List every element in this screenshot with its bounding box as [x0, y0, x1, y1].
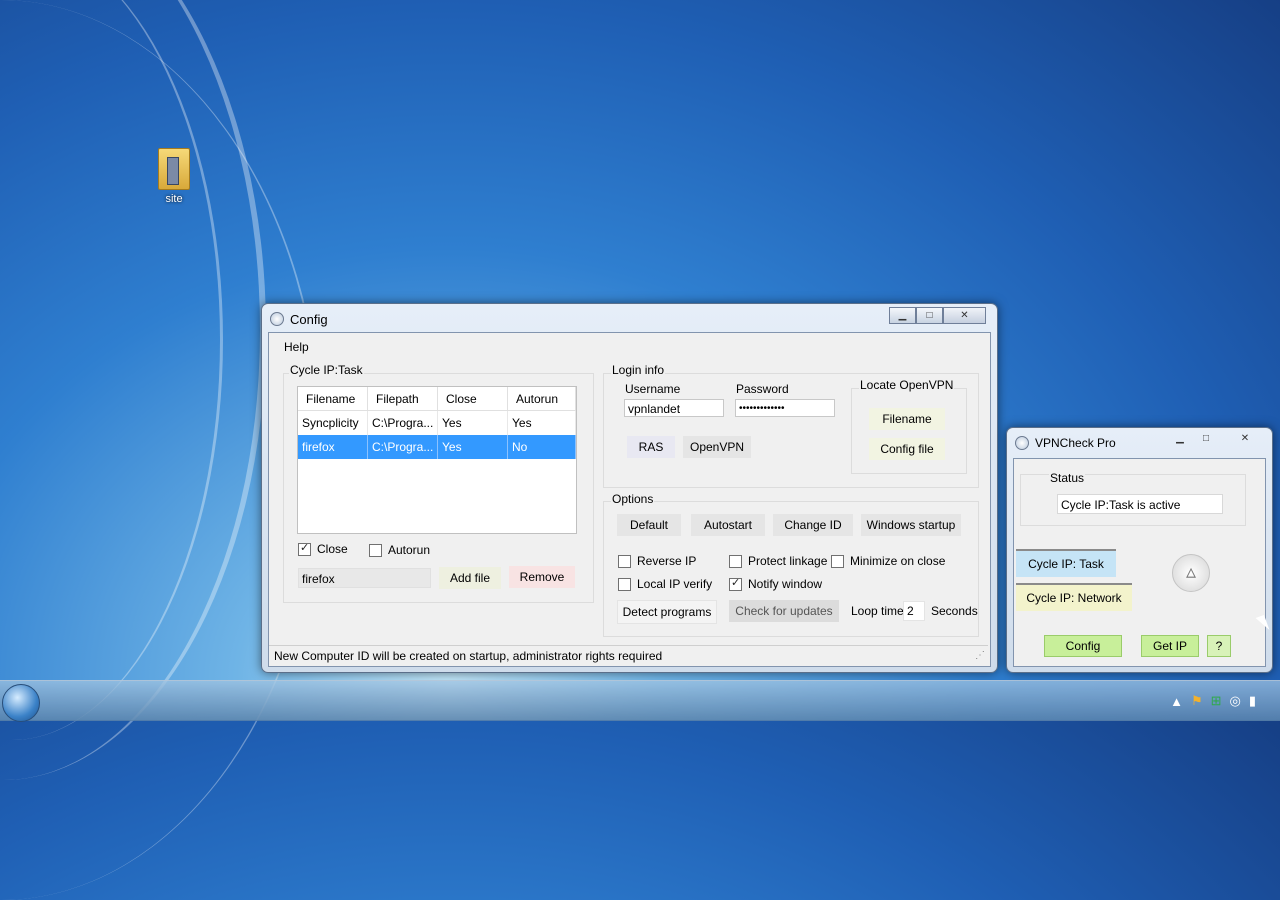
seconds-label: Seconds — [931, 604, 978, 618]
local-ip-verify-checkbox[interactable]: Local IP verify — [618, 577, 712, 591]
config-client: Help Cycle IP:Task Filename Filepath Clo… — [268, 332, 991, 667]
flag-icon[interactable]: ⚑ — [1191, 693, 1203, 709]
col-autorun[interactable]: Autorun — [507, 387, 576, 411]
checkbox-box — [729, 576, 742, 591]
protect-linkage-label: Protect linkage — [748, 554, 828, 568]
table-row-selected[interactable]: firefox C:\Progra... Yes No — [298, 435, 576, 459]
loop-time-input[interactable]: 2 — [903, 601, 925, 621]
reverse-ip-checkbox[interactable]: Reverse IP — [618, 554, 696, 568]
password-label: Password — [736, 382, 789, 396]
filename-button[interactable]: Filename — [869, 408, 945, 430]
resize-grip-icon[interactable]: ⋰ — [975, 650, 985, 661]
cycle-task-group-label: Cycle IP:Task — [289, 363, 364, 377]
menu-help[interactable]: Help — [284, 340, 309, 354]
network-icon[interactable]: ⊞ — [1211, 693, 1222, 709]
status-field: Cycle IP:Task is active — [1057, 494, 1223, 514]
get-ip-button[interactable]: Get IP — [1141, 635, 1199, 657]
checkbox-box — [618, 554, 631, 568]
password-field[interactable]: ••••••••••••• — [735, 399, 835, 417]
cell: C:\Progra... — [367, 410, 438, 435]
close-button[interactable]: ✕ — [943, 307, 986, 324]
config-file-button[interactable]: Config file — [869, 438, 945, 460]
username-field[interactable]: vpnlandet — [624, 399, 724, 417]
ras-button[interactable]: RAS — [627, 436, 675, 458]
checkbox-box — [618, 577, 631, 591]
signal-icon[interactable]: ▮ — [1249, 693, 1256, 709]
remove-button[interactable]: Remove — [509, 566, 575, 588]
autorun-checkbox-label: Autorun — [388, 543, 431, 557]
default-button[interactable]: Default — [617, 514, 681, 536]
close-button[interactable]: ✕ — [1225, 431, 1265, 448]
checkbox-box — [298, 541, 311, 556]
cell: Yes — [437, 435, 508, 459]
desktop-icon-label: site — [165, 193, 183, 205]
vpncheck-client: Status Cycle IP:Task is active Cycle IP:… — [1013, 458, 1266, 667]
cell: firefox — [298, 435, 368, 459]
loop-time-label: Loop time — [851, 604, 904, 618]
autostart-button[interactable]: Autostart — [691, 514, 765, 536]
cell: C:\Progra... — [367, 435, 438, 459]
window-icon — [1015, 436, 1029, 450]
vpncheck-title: VPNCheck Pro — [1035, 436, 1116, 450]
system-tray: ▲ ⚑ ⊞ ◎ ▮ — [1170, 693, 1256, 709]
status-group-label: Status — [1049, 471, 1086, 485]
add-file-button[interactable]: Add file — [439, 567, 501, 589]
close-checkbox[interactable]: Close — [298, 541, 348, 556]
close-checkbox-label: Close — [317, 542, 348, 556]
cell: Syncplicity — [298, 410, 368, 435]
listview-header: Filename Filepath Close Autorun — [298, 387, 576, 411]
minimize-button[interactable]: ▁ — [1167, 431, 1193, 448]
minimize-on-close-label: Minimize on close — [850, 554, 946, 568]
window-icon — [270, 312, 284, 326]
openvpn-button[interactable]: OpenVPN — [683, 436, 751, 458]
col-close[interactable]: Close — [437, 387, 508, 411]
change-id-button[interactable]: Change ID — [773, 514, 853, 536]
maximize-button[interactable]: □ — [1193, 431, 1219, 448]
cell: No — [507, 435, 576, 459]
checkbox-box — [831, 554, 844, 568]
windows-startup-button[interactable]: Windows startup — [861, 514, 961, 536]
globe-icon[interactable]: ◎ — [1230, 693, 1241, 709]
login-group-label: Login info — [611, 363, 666, 377]
maximize-button[interactable]: □ — [916, 307, 943, 324]
autorun-checkbox[interactable]: Autorun — [369, 543, 430, 557]
status-bar: New Computer ID will be created on start… — [269, 645, 988, 666]
notify-window-label: Notify window — [748, 577, 823, 591]
help-button[interactable]: ? — [1207, 635, 1231, 657]
locate-openvpn-label: Locate OpenVPN — [859, 378, 955, 392]
notify-window-checkbox[interactable]: Notify window — [729, 576, 823, 591]
cycle-task-tab[interactable]: Cycle IP: Task — [1016, 549, 1116, 577]
col-filename[interactable]: Filename — [298, 387, 368, 411]
triangle-logo-icon: ▵ — [1172, 554, 1210, 592]
minimize-button[interactable]: ▁ — [889, 307, 916, 324]
task-listview[interactable]: Filename Filepath Close Autorun Syncplic… — [297, 386, 577, 534]
username-label: Username — [625, 382, 681, 396]
file-input[interactable]: firefox — [298, 568, 431, 588]
cell: Yes — [437, 410, 508, 435]
vpncheck-window: VPNCheck Pro ▁ □ ✕ Status Cycle IP:Task … — [1006, 427, 1273, 673]
taskbar: ▲ ⚑ ⊞ ◎ ▮ — [0, 680, 1280, 722]
vpn-config-button[interactable]: Config — [1044, 635, 1122, 657]
reverse-ip-label: Reverse IP — [637, 554, 697, 568]
cell: Yes — [507, 410, 576, 435]
config-title: Config — [290, 312, 328, 327]
protect-linkage-checkbox[interactable]: Protect linkage — [729, 554, 827, 568]
check-updates-button[interactable]: Check for updates — [729, 600, 839, 622]
minimize-on-close-checkbox[interactable]: Minimize on close — [831, 554, 945, 568]
table-row[interactable]: Syncplicity C:\Progra... Yes Yes — [298, 410, 576, 435]
locate-openvpn-group — [851, 388, 967, 474]
status-bar-text: New Computer ID will be created on start… — [274, 649, 663, 663]
arrow-icon[interactable]: ▲ — [1170, 694, 1183, 709]
detect-programs-button[interactable]: Detect programs — [617, 600, 717, 624]
start-orb-icon[interactable] — [2, 684, 40, 722]
checkbox-box — [729, 554, 742, 568]
folder-icon — [158, 148, 190, 190]
local-ip-verify-label: Local IP verify — [637, 577, 713, 591]
checkbox-box — [369, 543, 382, 557]
config-window: Config ▁ □ ✕ Help Cycle IP:Task Filename… — [261, 303, 998, 673]
options-group-label: Options — [611, 492, 655, 506]
desktop-icon-site[interactable]: site — [150, 148, 198, 205]
col-filepath[interactable]: Filepath — [367, 387, 438, 411]
cycle-network-tab[interactable]: Cycle IP: Network — [1016, 583, 1132, 611]
